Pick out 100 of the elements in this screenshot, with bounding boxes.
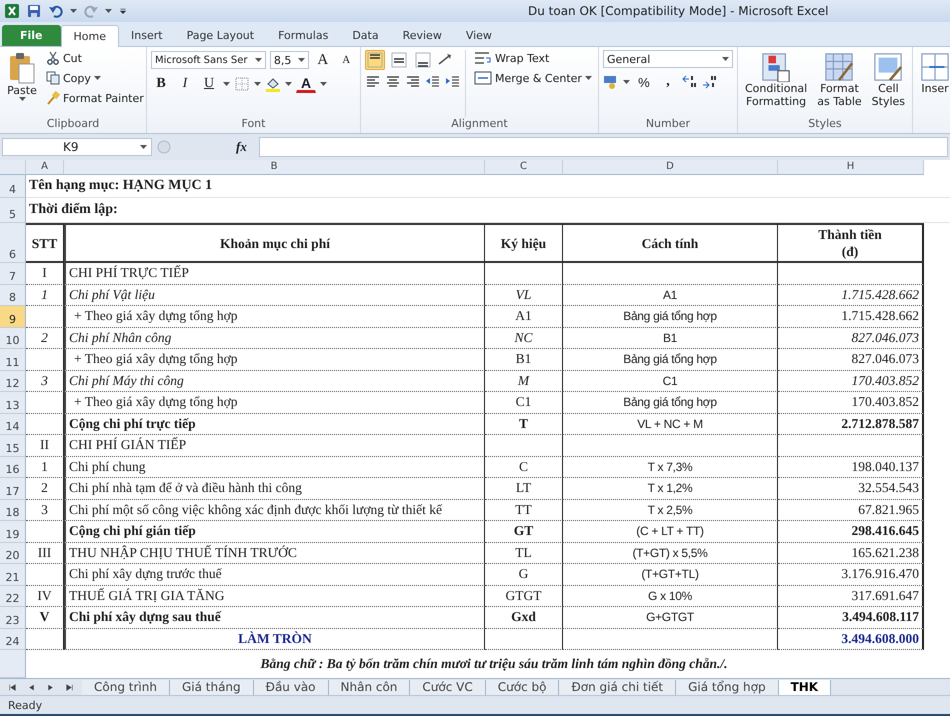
- row-header[interactable]: 8: [0, 284, 26, 306]
- insert-cells-icon: [920, 52, 950, 82]
- font-color-button[interactable]: A: [296, 75, 316, 93]
- grow-font-button[interactable]: A: [313, 50, 332, 70]
- vertical-align-button[interactable]: [413, 50, 433, 70]
- styles-button[interactable]: Format as Table: [814, 50, 865, 117]
- row-header[interactable]: 20: [0, 542, 26, 564]
- column-heading: Ký hiệu: [485, 223, 563, 263]
- caret-icon: [584, 76, 592, 80]
- sheet-tab[interactable]: Cước VC: [410, 680, 486, 695]
- ribbon-tab[interactable]: File: [2, 25, 61, 46]
- row-header[interactable]: 16: [0, 456, 26, 478]
- window-title: Du toan OK [Compatibility Mode] - Microsoft Excel: [528, 4, 828, 18]
- row-header[interactable]: 11: [0, 349, 26, 370]
- merge-center-button[interactable]: Merge & Center: [472, 70, 594, 86]
- bold-button[interactable]: B: [151, 74, 171, 94]
- row-header[interactable]: 22: [0, 586, 26, 607]
- table-cell: B1: [485, 349, 563, 370]
- ribbon-tab[interactable]: Data: [340, 25, 391, 46]
- decrease-decimal-icon: [702, 74, 718, 90]
- sheet-tab[interactable]: Giá tháng: [170, 680, 254, 695]
- ribbon-tab[interactable]: View: [454, 25, 504, 46]
- sheet-tab[interactable]: Đầu vào: [254, 680, 329, 695]
- table-cell: 170.403.852: [778, 370, 924, 392]
- font-family-dropdown[interactable]: Microsoft Sans Ser: [151, 51, 266, 69]
- row-header[interactable]: 24: [0, 628, 26, 650]
- insert-cells-button[interactable]: Inser: [917, 50, 950, 97]
- row-header[interactable]: 12: [0, 370, 26, 392]
- row-header[interactable]: 4: [0, 175, 26, 198]
- status-text: Ready: [8, 698, 42, 712]
- row-header[interactable]: 10: [0, 328, 26, 349]
- first-sheet-icon: [8, 682, 17, 692]
- table-cell: Bảng giá tổng hợp: [563, 306, 778, 328]
- table-cell: THU NHẬP CHỊU THUẾ TÍNH TRƯỚC: [64, 542, 485, 564]
- amount-in-words: Bằng chữ : Ba tỷ bốn trăm chín mươi tư triệu sáu trăm linh tám nghìn đồng chẵn./.: [260, 656, 728, 672]
- number-format-dropdown[interactable]: General: [602, 50, 733, 68]
- sheet-tab[interactable]: Giá tổng hợp: [676, 680, 779, 695]
- paste-button[interactable]: Paste: [4, 50, 40, 117]
- caret-icon: [94, 76, 101, 80]
- ribbon-tab[interactable]: Formulas: [266, 25, 340, 46]
- shrink-font-button[interactable]: A: [336, 50, 356, 70]
- percent-style-button[interactable]: %: [634, 72, 654, 92]
- ribbon-tab[interactable]: Review: [390, 25, 454, 46]
- styles-button[interactable]: Conditional Formatting: [742, 50, 810, 117]
- table-cell: 3: [26, 500, 64, 521]
- row-header[interactable]: 6: [0, 223, 26, 263]
- row-header[interactable]: 13: [0, 392, 26, 414]
- vertical-align-button[interactable]: [389, 50, 409, 70]
- insert-function-button[interactable]: fx: [176, 139, 255, 155]
- sheet-tab[interactable]: THK: [778, 680, 832, 695]
- format-painter-button[interactable]: Format Painter: [44, 90, 146, 106]
- column-header[interactable]: B: [64, 160, 485, 175]
- ribbon-tab[interactable]: Home: [60, 25, 119, 47]
- row-header[interactable]: 15: [0, 435, 26, 456]
- italic-button[interactable]: I: [175, 74, 195, 94]
- styles-button[interactable]: Cell Styles: [868, 50, 908, 117]
- caret-icon: [285, 82, 292, 86]
- row-header[interactable]: 18: [0, 500, 26, 521]
- table-cell: THUẾ GIÁ TRỊ GIA TĂNG: [64, 586, 485, 607]
- row-header[interactable]: 19: [0, 521, 26, 542]
- ribbon-tab[interactable]: Page Layout: [174, 25, 266, 46]
- table-cell: T x 1,2%: [563, 478, 778, 500]
- row-header[interactable]: 21: [0, 564, 26, 586]
- copy-button[interactable]: Copy: [44, 70, 146, 86]
- column-header[interactable]: A: [26, 160, 64, 175]
- column-header[interactable]: H: [778, 160, 924, 175]
- next-sheet-icon: [46, 682, 55, 692]
- cut-button[interactable]: Cut: [44, 50, 146, 66]
- ribbon-tab[interactable]: Insert: [119, 25, 175, 46]
- table-cell: CHI PHÍ TRỰC TIẾP: [64, 263, 485, 284]
- vertical-align-button[interactable]: [365, 50, 385, 70]
- table-cell: T x 7,3%: [563, 456, 778, 478]
- row-header[interactable]: 17: [0, 478, 26, 500]
- table-cell: (T+GT) x 5,5%: [563, 542, 778, 564]
- group-label: Clipboard: [46, 117, 100, 132]
- row-header[interactable]: 7: [0, 263, 26, 284]
- column-header[interactable]: D: [563, 160, 778, 175]
- caret-icon: [320, 82, 327, 86]
- font-size-dropdown[interactable]: 8,5: [270, 51, 309, 69]
- sheet-tab[interactable]: Công trình: [82, 680, 170, 695]
- formula-input[interactable]: [258, 137, 948, 157]
- table-cell: G+GTGT: [563, 607, 778, 628]
- wrap-text-button[interactable]: Wrap Text: [472, 50, 594, 66]
- align-lines-icon: [391, 52, 407, 68]
- row-header[interactable]: 9: [0, 306, 26, 328]
- underline-button[interactable]: U: [199, 74, 219, 94]
- row-header[interactable]: 23: [0, 607, 26, 628]
- sheet-tab[interactable]: Đơn giá chi tiết: [559, 680, 676, 695]
- row-header[interactable]: 5: [0, 198, 26, 223]
- group-label: Alignment: [450, 117, 509, 132]
- sheet-tab[interactable]: Cước bộ: [486, 680, 560, 695]
- table-cell: IV: [26, 586, 64, 607]
- clipboard-icon: [7, 52, 37, 84]
- comma-style-button[interactable]: ,: [658, 72, 678, 92]
- table-cell: C1: [485, 392, 563, 414]
- name-box[interactable]: K9: [2, 138, 152, 156]
- sheet-tab[interactable]: Nhân côn: [328, 680, 410, 695]
- row-header[interactable]: 14: [0, 414, 26, 435]
- caret-icon: [622, 80, 630, 84]
- column-header[interactable]: C: [485, 160, 563, 175]
